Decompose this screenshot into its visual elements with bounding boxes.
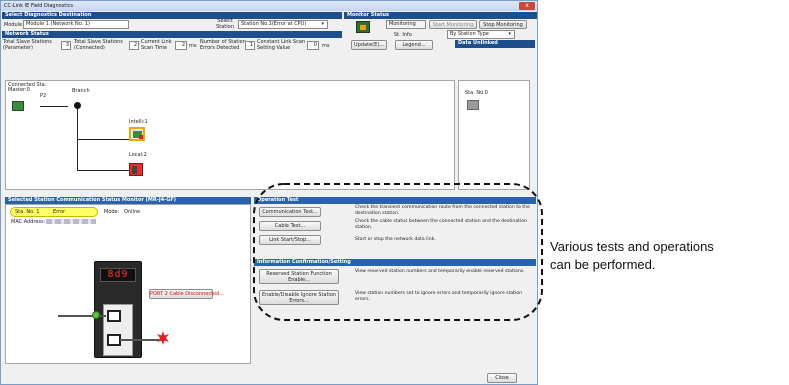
chevron-down-icon: ▾ [508,31,511,37]
constant-link-scan-unit: ms [322,43,330,49]
mode-label: Mode: [104,209,120,215]
link-scan-time-unit: ms [189,43,197,49]
update-button[interactable]: Update(E)... [351,40,387,50]
station-status-text: Error [53,209,66,215]
port1-status-dot [92,311,100,319]
station-monitor-header: Selected Station Communication Status Mo… [5,197,251,204]
branch-node [74,102,81,109]
intelli-station-label: Intelli:1 [129,119,148,125]
callout-dashed-outline [253,183,543,321]
link-scan-time-label: Current Link Scan Time [141,39,172,51]
window-title: CC-Link IE Field Diagnostics [4,3,73,9]
disconnect-burst-icon [156,331,170,345]
local-link-line [77,170,129,171]
module-field[interactable]: Module 1 (Network No. 1) [23,20,129,29]
servo-amplifier-image: 8d9 [94,261,142,358]
stop-monitoring-button[interactable]: Stop Monitoring [479,20,527,29]
side-station-icon[interactable] [467,100,479,110]
constant-link-scan-label: Constant Link Scan Setting Value [257,39,306,51]
port2-disconnected-button[interactable]: PORT 2 Cable Disconnected... [149,289,224,299]
select-station-dropdown[interactable]: Station No.1(Error at CPU) ▾ [238,20,328,29]
chevron-down-icon: ▾ [321,21,324,27]
station-monitor-panel: Sta. No. 1 Error Mode: Online MAC Addres… [5,204,251,364]
branch-trunk-line [77,109,78,171]
branch-label: Branch [72,88,90,94]
st-info-dropdown[interactable]: By Station Type ▾ [447,30,515,39]
station-side-panel: Sta. No.0 [458,80,530,190]
start-monitoring-button[interactable]: Start Monitoring [429,20,477,29]
master-link-line [40,106,68,107]
station-errors-value: 1 [245,41,255,50]
network-status-header: Network Status [2,31,342,38]
port2-icon [107,334,121,346]
select-station-label: Select Station [216,18,234,30]
total-slave-connected-label: Total Slave Stations (Connected) [74,39,123,51]
select-station-value: Station No.1(Error at CPU) [241,21,307,27]
total-slave-param-label: Total Slave Stations (Parameter) [3,39,52,51]
mac-address-redacted [46,219,96,224]
legend-button[interactable]: Legend... [395,40,433,50]
local-station-label: Local:2 [129,152,147,158]
mac-address-label: MAC Address: [11,219,46,225]
intelli-station-icon[interactable] [129,127,145,141]
connected-station-label: Connected Sta. Master:0 [8,82,47,93]
constant-link-scan-value: 0 [307,41,319,50]
master-station-icon[interactable] [12,101,24,111]
port1-icon [107,310,121,322]
select-destination-header: Select Diagnostics Destination [2,12,342,19]
monitoring-status-field: Monitoring [386,20,426,29]
monitoring-status-label: Monitoring [389,21,416,27]
station-number: Sta. No. 1 [15,209,40,215]
local-station-icon[interactable] [129,163,143,176]
close-button[interactable]: Close [487,373,517,383]
title-bar: CC-Link IE Field Diagnostics x [1,1,537,11]
monitor-status-header: Monitor Status [344,12,537,19]
annotation-text: Various tests and operations can be perf… [550,238,714,274]
st-info-label: St. Info [394,32,412,38]
module-label: Module [4,22,23,28]
total-slave-param-value: 3 [61,41,71,50]
mode-value: Online [124,209,141,215]
window-close-button[interactable]: x [519,2,535,10]
port-label: P2 [40,93,47,99]
st-info-value: By Station Type [450,31,489,37]
annotation-line-2: can be performed. [550,257,656,272]
monitor-station-icon [356,21,370,33]
annotation-line-1: Various tests and operations [550,239,714,254]
amplifier-display: 8d9 [100,268,136,282]
intelli-link-line [77,139,129,140]
link-scan-time-value: 2 [175,41,187,50]
side-station-label: Sta. No.0 [465,90,488,96]
network-map-panel: Connected Sta. Master:0 P2 Branch Intell… [5,80,455,190]
station-status-badge: Sta. No. 1 Error [10,207,98,217]
station-errors-label: Number of Station Errors Detected [200,39,246,51]
data-unlinked-label: Data Unlinked [455,40,535,48]
total-slave-connected-value: 2 [129,41,139,50]
